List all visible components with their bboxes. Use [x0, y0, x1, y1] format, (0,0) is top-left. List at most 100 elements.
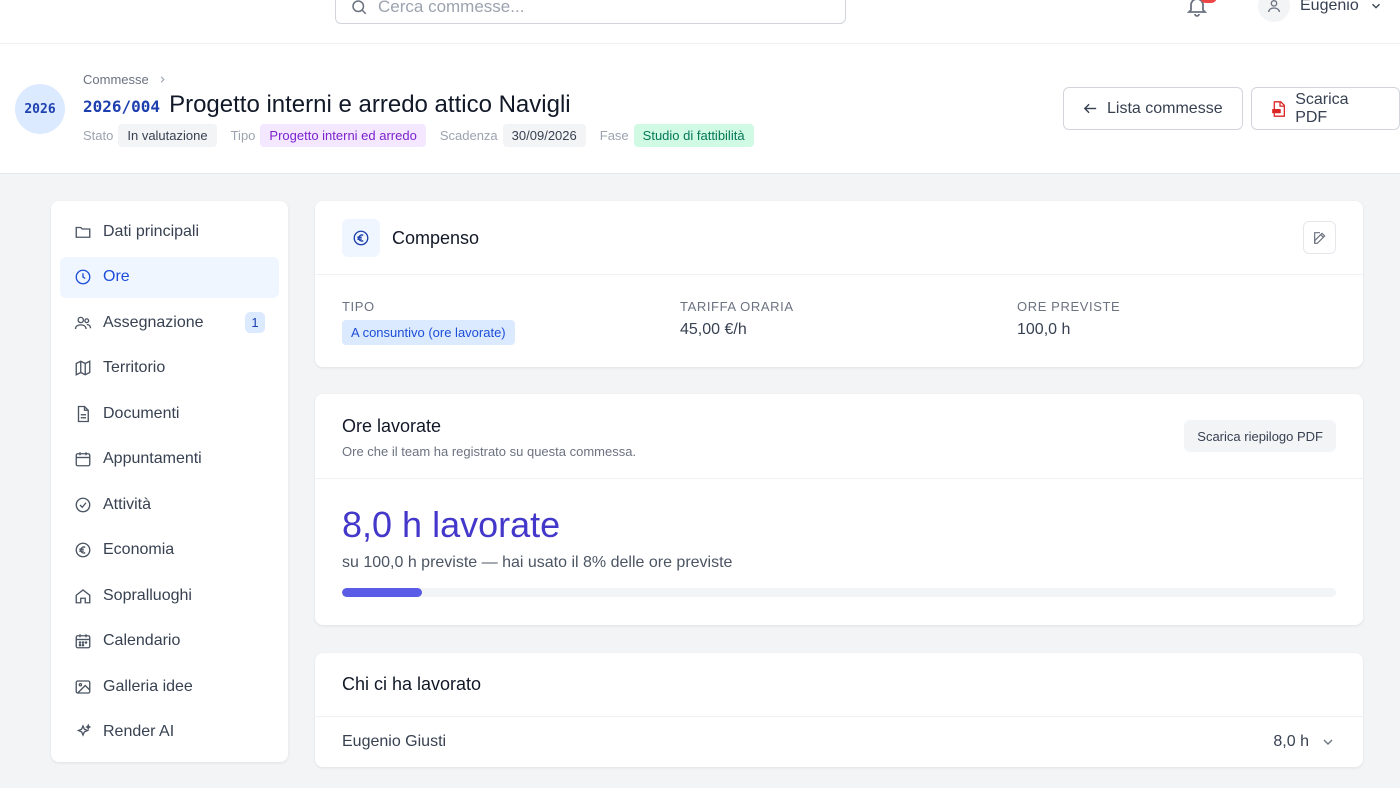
lista-commesse-button[interactable]: Lista commesse [1063, 87, 1243, 130]
sidebar-item-ore[interactable]: Ore [60, 256, 279, 298]
ore-lavorate-total: 8,0 h lavorate [342, 504, 561, 545]
sidebar-item-label: Assegnazione [103, 313, 204, 331]
tipo-badge: A consuntivo (ore lavorate) [342, 320, 515, 345]
sidebar-item-label: Dati principali [103, 222, 200, 240]
project-code: 2026/004 [83, 97, 161, 116]
compenso-title: Compenso [392, 228, 480, 248]
ore-lavorate-title: Ore lavorate [342, 416, 442, 436]
user-icon [1268, 0, 1280, 13]
page-title: Progetto interni e arredo attico Navigli [169, 91, 571, 118]
page-header: 2026 Commesse 2026/004 Progetto interni … [0, 44, 1400, 174]
stato-badge: In valutazione [118, 124, 217, 147]
euro-badge [342, 219, 380, 257]
sidebar-item-calendario[interactable]: Calendario [60, 621, 279, 662]
chi-ha-lavorato-card: Chi ci ha lavorato Eugenio Giusti 8,0 h [315, 653, 1363, 767]
fase-label: Fase [599, 128, 629, 143]
sidebar-item-galleria-idee[interactable]: Galleria idee [60, 666, 279, 707]
tariffa-value: 45,00 €/h [680, 321, 747, 338]
tipo-label: Tipo [230, 128, 256, 143]
scadenza-badge: 30/09/2026 [502, 124, 586, 147]
search-icon [352, 0, 367, 15]
check-circle-icon [75, 497, 91, 512]
sidebar-item-appuntamenti[interactable]: Appuntamenti [60, 439, 279, 480]
avatar [1258, 0, 1290, 22]
sidebar-item-label: Territorio [103, 359, 166, 376]
lista-commesse-label: Lista commesse [1107, 99, 1223, 117]
scarica-riepilogo-pdf-button[interactable]: Scarica riepilogo PDF [1184, 420, 1336, 452]
title-row: 2026/004 Progetto interni e arredo attic… [83, 91, 571, 119]
sidebar-item-label: Economia [103, 541, 175, 558]
divider [315, 478, 1363, 479]
home-icon [75, 588, 91, 603]
edit-icon [1313, 231, 1326, 244]
sidebar-item-label: Ore [103, 268, 130, 285]
compenso-card-header: Compenso [315, 201, 1363, 275]
top-bar: Eugenio [0, 0, 1400, 44]
hours-progress-bar [342, 588, 1336, 597]
sidebar-item-attivita[interactable]: Attività [60, 484, 279, 525]
clock-icon [75, 269, 91, 285]
search-box[interactable] [335, 0, 846, 24]
tipo-badge: Progetto interni ed arredo [260, 124, 426, 147]
chevron-right-icon [160, 76, 165, 83]
calendar-grid-icon [75, 634, 91, 649]
list-item[interactable]: Eugenio Giusti 8,0 h [315, 716, 1363, 767]
image-icon [75, 679, 91, 694]
user-name: Eugenio [1300, 0, 1359, 14]
sidebar-item-dati-principali[interactable]: Dati principali [60, 211, 279, 252]
sidebar-item-territorio[interactable]: Territorio [60, 348, 279, 389]
sidebar-item-label: Render AI [103, 723, 175, 740]
breadcrumb-link-commesse[interactable]: Commesse [83, 72, 149, 87]
hours-progress-fill [342, 588, 422, 597]
sidebar-item-label: Sopralluoghi [103, 586, 192, 604]
tipo-label: TIPO [342, 299, 375, 314]
tariffa-label: TARIFFA ORARIA [680, 299, 794, 314]
scarica-pdf-label: Scarica PDF [1295, 90, 1349, 126]
ore-lavorate-subtitle: Ore che il team ha registrato su questa … [342, 444, 637, 459]
ore-previste-value: 100,0 h [1017, 321, 1071, 338]
sparkles-icon [76, 723, 92, 737]
euro-icon [75, 542, 91, 558]
year-badge: 2026 [15, 84, 65, 134]
map-icon [75, 360, 91, 376]
worker-name: Eugenio Giusti [342, 733, 447, 750]
users-icon [74, 316, 92, 329]
stato-label: Stato [83, 128, 114, 143]
sidebar: Dati principali Ore Assegnazione 1 Terri… [51, 201, 288, 762]
pdf-file-icon [1272, 100, 1285, 117]
edit-compenso-button[interactable] [1303, 221, 1336, 254]
sidebar-item-label: Attività [103, 495, 152, 513]
compenso-ore-previste: ORE PREVISTE 100,0 h [1017, 299, 1120, 339]
scadenza-label: Scadenza [439, 128, 498, 143]
compenso-tariffa: TARIFFA ORARIA 45,00 €/h [680, 299, 794, 339]
chevron-down-icon [1371, 3, 1380, 9]
arrow-left-icon [1083, 103, 1097, 114]
folder-icon [75, 226, 91, 238]
chi-ha-lavorato-title: Chi ci ha lavorato [342, 674, 482, 694]
chevron-down-icon[interactable] [1320, 734, 1336, 750]
ore-lavorate-card: Ore lavorate Ore che il team ha registra… [315, 394, 1363, 625]
sidebar-item-documenti[interactable]: Documenti [60, 393, 279, 434]
user-menu[interactable]: Eugenio [1258, 0, 1383, 22]
euro-icon [353, 230, 369, 246]
sidebar-item-label: Appuntamenti [103, 450, 202, 467]
sidebar-item-economia[interactable]: Economia [60, 530, 279, 571]
sidebar-item-assegnazione[interactable]: Assegnazione 1 [60, 302, 279, 343]
ore-previste-label: ORE PREVISTE [1017, 299, 1121, 314]
assegnazione-count-badge: 1 [245, 312, 265, 333]
compenso-tipo: TIPO A consuntivo (ore lavorate) [342, 299, 515, 345]
sidebar-item-label: Galleria idee [103, 677, 193, 695]
fase-badge: Studio di fattibilità [633, 124, 754, 147]
document-icon [77, 405, 89, 422]
breadcrumb: Commesse [83, 72, 168, 87]
worker-hours: 8,0 h [1273, 733, 1309, 750]
calendar-icon [75, 452, 91, 467]
search-input[interactable] [378, 0, 818, 17]
sidebar-item-label: Documenti [103, 404, 180, 422]
scarica-pdf-button[interactable]: Scarica PDF [1251, 87, 1400, 130]
sidebar-item-render-ai[interactable]: Render AI [60, 712, 279, 753]
ore-usage-text: su 100,0 h previste — hai usato il 8% de… [342, 554, 733, 571]
sidebar-item-sopralluoghi[interactable]: Sopralluoghi [60, 575, 279, 616]
project-meta: Stato In valutazione Tipo Progetto inter… [83, 124, 768, 147]
sidebar-item-label: Calendario [103, 632, 181, 649]
